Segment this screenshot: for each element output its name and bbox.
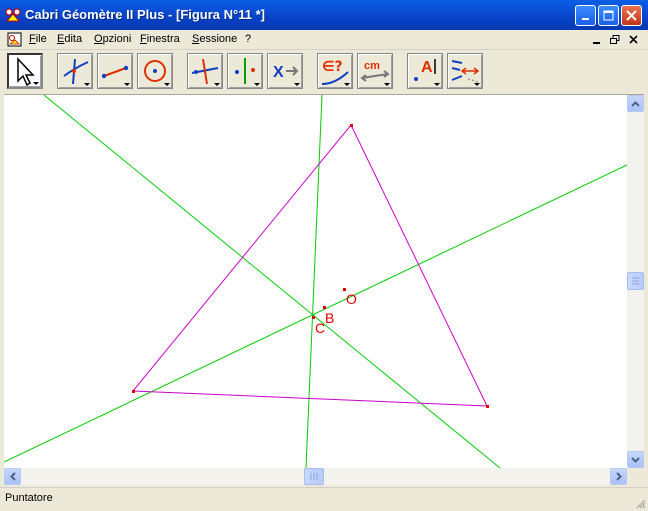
- label-text: A: [421, 59, 433, 76]
- lines-tool[interactable]: [97, 53, 133, 89]
- vertical-scroll-thumb[interactable]: [627, 272, 644, 290]
- menu-finestra[interactable]: Finestra: [140, 33, 180, 45]
- horizontal-scrollbar[interactable]: [4, 468, 627, 485]
- triangle-side-bc[interactable]: [350, 124, 488, 407]
- minimize-icon: [593, 41, 600, 44]
- triangle-vertex-top[interactable]: [350, 124, 353, 127]
- menu-help[interactable]: ?: [245, 33, 251, 45]
- grip-icon: [632, 277, 639, 285]
- point-label-b[interactable]: B: [325, 310, 334, 326]
- scrollbar-corner: [627, 468, 644, 485]
- menu-bar: File Edita Opzioni Finestra Sessione ?: [0, 30, 648, 50]
- scroll-left-button[interactable]: [4, 468, 21, 485]
- chevron-down-icon: [631, 456, 640, 463]
- minimize-button[interactable]: [575, 5, 596, 26]
- status-bar: Puntatore: [0, 487, 648, 511]
- drawing-canvas[interactable]: B C O: [4, 95, 627, 468]
- mdi-minimize-button[interactable]: [590, 33, 604, 46]
- scroll-right-button[interactable]: [610, 468, 627, 485]
- scroll-down-button[interactable]: [627, 451, 644, 468]
- maximize-button[interactable]: [598, 5, 619, 26]
- transformations-tool[interactable]: [227, 53, 263, 89]
- triangle-vertex-left[interactable]: [132, 390, 135, 393]
- minimize-icon: [581, 17, 589, 20]
- maximize-icon: [603, 10, 614, 21]
- drawing-tool[interactable]: [447, 53, 483, 89]
- resize-grip-icon[interactable]: [634, 497, 646, 509]
- menu-edita[interactable]: Edita: [57, 33, 82, 45]
- chevron-right-icon: [615, 472, 622, 481]
- pointer-tool[interactable]: [7, 53, 43, 89]
- close-icon: [628, 35, 638, 44]
- cabri-app-icon[interactable]: [5, 7, 21, 23]
- window-title: Cabri Géomètre II Plus - [Figura N°11 *]: [25, 7, 265, 22]
- figure-svg: B C O: [4, 95, 627, 468]
- macro-tool[interactable]: X: [267, 53, 303, 89]
- mdi-close-button[interactable]: [626, 33, 640, 46]
- green-line-1[interactable]: [43, 95, 501, 468]
- point-b[interactable]: [323, 306, 326, 309]
- menu-sessione[interactable]: Sessione: [192, 33, 237, 45]
- membership-label: ∈?: [322, 59, 343, 75]
- close-icon: [626, 10, 637, 21]
- constructions-tool[interactable]: [187, 53, 223, 89]
- point-c[interactable]: [312, 316, 315, 319]
- close-button[interactable]: [621, 5, 642, 26]
- toolbox: X ∈? cm A: [0, 50, 648, 95]
- chevron-up-icon: [631, 100, 640, 107]
- document-icon[interactable]: [7, 32, 23, 47]
- status-text: Puntatore: [5, 492, 53, 504]
- green-line-2[interactable]: [305, 95, 323, 468]
- menu-file[interactable]: File: [29, 33, 47, 45]
- display-tool[interactable]: A: [407, 53, 443, 89]
- triangle-side-ca[interactable]: [132, 390, 488, 407]
- restore-icon: [610, 34, 620, 44]
- point-label-c[interactable]: C: [315, 320, 325, 336]
- vertical-scrollbar[interactable]: [627, 95, 644, 468]
- mdi-restore-button[interactable]: [608, 33, 622, 46]
- scroll-up-button[interactable]: [627, 95, 644, 112]
- points-tool[interactable]: [57, 53, 93, 89]
- measure-tool[interactable]: cm: [357, 53, 393, 89]
- triangle-vertex-right[interactable]: [486, 405, 489, 408]
- point-label-o[interactable]: O: [346, 291, 357, 307]
- triangle-side-ab[interactable]: [132, 124, 352, 392]
- properties-tool[interactable]: ∈?: [317, 53, 353, 89]
- menu-opzioni[interactable]: Opzioni: [94, 33, 131, 45]
- curves-tool[interactable]: [137, 53, 173, 89]
- measure-label: cm: [364, 60, 380, 72]
- chevron-left-icon: [9, 472, 16, 481]
- window-frame-right: [644, 94, 648, 487]
- green-line-3[interactable]: [4, 164, 627, 463]
- horizontal-scroll-thumb[interactable]: [304, 468, 324, 485]
- title-bar[interactable]: Cabri Géomètre II Plus - [Figura N°11 *]: [0, 0, 648, 30]
- grip-icon: [310, 473, 318, 480]
- macro-label: X: [273, 64, 284, 81]
